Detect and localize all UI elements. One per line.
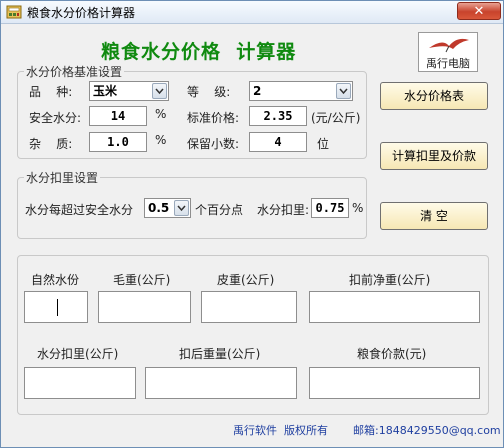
weight-after-input[interactable] xyxy=(145,367,297,399)
exceed-unit: 个百分点 xyxy=(195,203,244,217)
chevron-down-icon[interactable] xyxy=(174,200,189,216)
moisture-deduct-input[interactable] xyxy=(24,367,136,399)
safe-moisture-label: 安全水分: xyxy=(29,111,82,125)
price-table-button[interactable]: 水分价格表 xyxy=(380,82,488,110)
copyright-text: 禹行软件 版权所有 xyxy=(233,424,328,437)
grade-select[interactable]: 2 xyxy=(249,81,353,101)
calculate-button[interactable]: 计算扣里及价款 xyxy=(380,142,488,170)
exceed-label: 水分每超过安全水分 xyxy=(25,203,134,217)
gross-weight-label: 毛重(公斤) xyxy=(113,273,171,287)
safe-moisture-input[interactable]: 14 xyxy=(89,106,147,126)
deduct-settings-title: 水分扣里设置 xyxy=(24,169,101,186)
app-heading: 粮食水分价格 计算器 xyxy=(101,41,297,63)
deduct-input[interactable]: 0.75 xyxy=(311,198,349,218)
moisture-deduct-label: 水分扣里(公斤) xyxy=(37,347,119,361)
email-text: 邮箱:1848429550@qq.com xyxy=(353,424,501,437)
window-title: 粮食水分价格计算器 xyxy=(27,6,136,20)
chevron-down-icon[interactable] xyxy=(152,83,167,99)
variety-label: 品 种: xyxy=(29,85,73,99)
std-price-unit: (元/公斤) xyxy=(311,111,361,125)
grain-payment-label: 粮食价款(元) xyxy=(357,347,427,361)
natural-moisture-label: 自然水份 xyxy=(31,273,80,287)
deduct-label: 水分扣里: xyxy=(257,203,310,217)
deduct-unit: % xyxy=(352,201,364,215)
base-settings-title: 水分价格基准设置 xyxy=(24,63,125,80)
weight-after-label: 扣后重量(公斤) xyxy=(179,347,261,361)
text-caret xyxy=(57,299,58,316)
std-price-label: 标准价格: xyxy=(187,111,240,125)
natural-moisture-input[interactable] xyxy=(24,291,88,323)
decimals-unit: 位 xyxy=(317,137,330,151)
impurity-input[interactable]: 1.0 xyxy=(89,132,147,152)
tare-weight-label: 皮重(公斤) xyxy=(217,273,275,287)
grade-label: 等 级: xyxy=(187,85,231,99)
grain-payment-input[interactable] xyxy=(309,367,480,399)
exceed-value: 0.5 xyxy=(148,201,170,215)
app-icon xyxy=(6,5,22,19)
bird-logo-icon xyxy=(429,38,469,53)
tare-weight-input[interactable] xyxy=(201,291,297,323)
variety-select[interactable]: 玉米 xyxy=(89,81,169,101)
net-before-label: 扣前净重(公斤) xyxy=(349,273,431,287)
decimals-input[interactable]: 4 xyxy=(249,132,307,152)
std-price-input[interactable]: 2.35 xyxy=(249,106,307,126)
net-before-input[interactable] xyxy=(309,291,480,323)
gross-weight-input[interactable] xyxy=(98,291,191,323)
safe-moisture-unit: % xyxy=(155,107,167,121)
brand-logo: 禹行电脑 xyxy=(418,32,478,72)
title-bar: 粮食水分价格计算器 ✕ xyxy=(1,1,503,24)
variety-value: 玉米 xyxy=(93,84,118,98)
impurity-unit: % xyxy=(155,133,167,147)
exceed-select[interactable]: 0.5 xyxy=(144,198,191,218)
close-button[interactable]: ✕ xyxy=(457,2,501,20)
logo-text: 禹行电脑 xyxy=(426,57,470,70)
clear-button[interactable]: 清 空 xyxy=(380,202,488,230)
impurity-label: 杂 质: xyxy=(29,137,73,151)
app-window: 粮食水分价格计算器 ✕ 粮食水分价格 计算器 禹行电脑 水分价格基准设置 品 种… xyxy=(0,0,504,448)
decimals-label: 保留小数: xyxy=(187,137,240,151)
grade-value: 2 xyxy=(253,84,262,98)
chevron-down-icon[interactable] xyxy=(336,83,351,99)
